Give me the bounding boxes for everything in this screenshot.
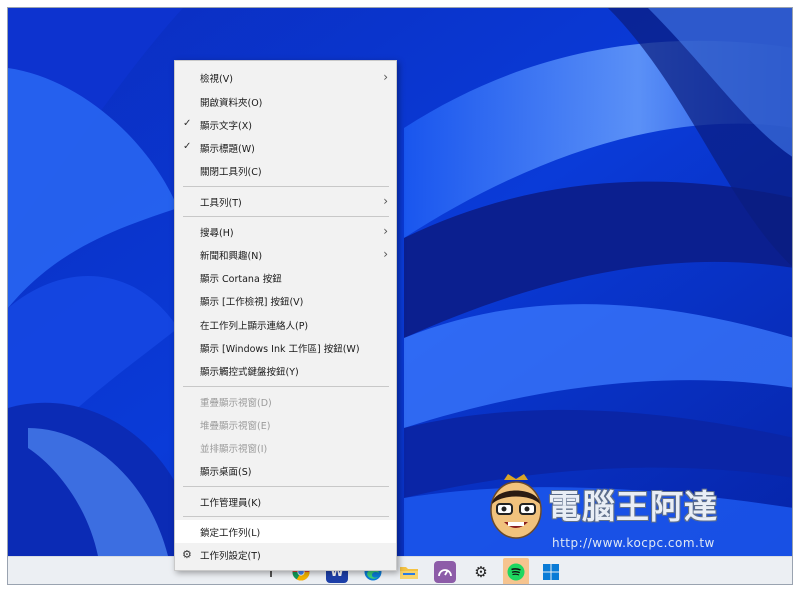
menu-item-label: 關閉工具列(C) (200, 166, 262, 178)
menu-item-open-folder[interactable]: 開啟資料夾(O) (175, 90, 396, 113)
screenshot-frame: 電腦王阿達 http://www.kocpc.com.tw W ⚙ (7, 7, 793, 585)
taskbar: W ⚙ (8, 556, 792, 584)
menu-item-task-manager[interactable]: 工作管理員(K) (175, 490, 396, 513)
menu-item-label: 顯示 Cortana 按鈕 (200, 273, 282, 285)
menu-separator (183, 186, 389, 187)
menu-item-side-by-side-windows: 並排顯示視窗(I) (175, 436, 396, 459)
menu-item-label: 檢視(V) (200, 73, 233, 85)
menu-item-label: 工作管理員(K) (200, 497, 262, 509)
checkmark-icon: ✓ (183, 141, 192, 152)
menu-item-label: 開啟資料夾(O) (200, 97, 263, 109)
menu-item-label: 重疊顯示視窗(D) (200, 397, 272, 409)
menu-item-show-title[interactable]: ✓ 顯示標題(W) (175, 136, 396, 159)
menu-separator (183, 486, 389, 487)
menu-item-show-windows-ink[interactable]: 顯示 [Windows Ink 工作區] 按鈕(W) (175, 336, 396, 359)
windows-start-icon[interactable] (540, 561, 562, 583)
mascot-face-logo (490, 474, 542, 539)
menu-item-toolbars[interactable]: 工具列(T) › (175, 190, 396, 213)
menu-item-label: 顯示文字(X) (200, 120, 252, 132)
watermark-title: 電腦王阿達 (548, 487, 718, 526)
checkmark-icon: ✓ (183, 118, 192, 129)
chevron-right-icon: › (383, 70, 388, 84)
menu-item-show-text[interactable]: ✓ 顯示文字(X) (175, 113, 396, 136)
gear-icon: ⚙ (182, 548, 192, 561)
menu-separator (183, 216, 389, 217)
menu-item-label: 並排顯示視窗(I) (200, 443, 268, 455)
menu-separator (183, 386, 389, 387)
menu-item-label: 搜尋(H) (200, 227, 234, 239)
site-watermark: 電腦王阿達 http://www.kocpc.com.tw (486, 470, 786, 558)
menu-item-stack-windows: 堆疊顯示視窗(E) (175, 413, 396, 436)
menu-item-show-task-view[interactable]: 顯示 [工作檢視] 按鈕(V) (175, 289, 396, 312)
menu-item-taskbar-settings[interactable]: ⚙ 工作列設定(T) (175, 543, 396, 566)
chevron-right-icon: › (383, 194, 388, 208)
menu-item-label: 工具列(T) (200, 197, 242, 209)
menu-item-show-cortana[interactable]: 顯示 Cortana 按鈕 (175, 266, 396, 289)
menu-item-label: 顯示觸控式鍵盤按鈕(Y) (200, 366, 299, 378)
menu-item-show-desktop[interactable]: 顯示桌面(S) (175, 459, 396, 482)
menu-item-label: 新聞和興趣(N) (200, 250, 263, 262)
menu-item-show-people[interactable]: 在工作列上顯示連絡人(P) (175, 313, 396, 336)
menu-item-label: 顯示 [Windows Ink 工作區] 按鈕(W) (200, 343, 360, 355)
menu-item-label: 工作列設定(T) (200, 550, 261, 562)
watermark-url: http://www.kocpc.com.tw (552, 536, 715, 550)
settings-gear-icon[interactable]: ⚙ (470, 561, 492, 583)
spotify-icon[interactable] (503, 558, 529, 584)
menu-item-cascade-windows: 重疊顯示視窗(D) (175, 390, 396, 413)
menu-item-label: 堆疊顯示視窗(E) (200, 420, 271, 432)
menu-item-label: 顯示 [工作檢視] 按鈕(V) (200, 296, 304, 308)
menu-separator (183, 516, 389, 517)
menu-item-label: 鎖定工作列(L) (200, 527, 261, 539)
chevron-right-icon: › (383, 224, 388, 238)
menu-item-show-touch-keyboard[interactable]: 顯示觸控式鍵盤按鈕(Y) (175, 359, 396, 382)
menu-item-label: 顯示桌面(S) (200, 466, 252, 478)
menu-item-view[interactable]: 檢視(V) › (175, 66, 396, 89)
speed-gauge-icon[interactable] (434, 561, 456, 583)
menu-item-close-toolbar[interactable]: 關閉工具列(C) (175, 159, 396, 182)
taskbar-context-menu: 檢視(V) › 開啟資料夾(O) ✓ 顯示文字(X) ✓ 顯示標題(W) 關閉工… (174, 60, 397, 571)
menu-item-label: 在工作列上顯示連絡人(P) (200, 320, 309, 332)
menu-item-search[interactable]: 搜尋(H) › (175, 220, 396, 243)
menu-item-news-interests[interactable]: 新聞和興趣(N) › (175, 243, 396, 266)
menu-item-lock-taskbar[interactable]: 鎖定工作列(L) (175, 520, 396, 543)
menu-item-label: 顯示標題(W) (200, 143, 255, 155)
folder-icon[interactable] (398, 561, 420, 583)
chevron-right-icon: › (383, 247, 388, 261)
